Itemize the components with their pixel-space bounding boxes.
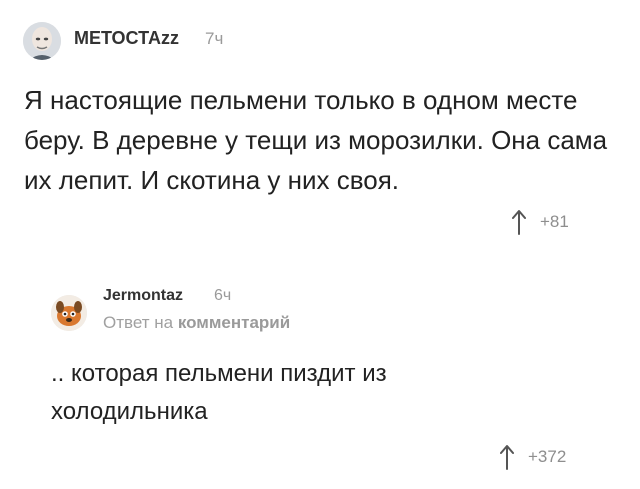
comment-time: 6ч: [214, 287, 232, 304]
comment-text: Я настоящие пельмени только в одном мест…: [24, 85, 608, 195]
user-avatar[interactable]: [23, 22, 61, 60]
upvote-arrow-icon[interactable]: [512, 209, 526, 235]
rating-value: +81: [540, 212, 569, 231]
bald-man-avatar-icon: [23, 22, 61, 60]
reply-to-line: Ответ на комментарий: [103, 313, 290, 333]
upvote-arrow-icon[interactable]: [500, 444, 514, 470]
username[interactable]: Jermontaz: [103, 287, 183, 305]
reply-comment: Jermontaz 6ч Ответ на комментарий .. кот…: [0, 250, 640, 489]
cartoon-dog-avatar-icon: [51, 295, 87, 331]
rating-value: +372: [528, 447, 567, 466]
comment: МЕТОСТАzz 7ч Я настоящие пельмени только…: [0, 0, 640, 250]
username[interactable]: МЕТОСТАzz: [74, 28, 179, 49]
comment-time: 7ч: [205, 29, 224, 48]
reply-prefix: Ответ на: [103, 313, 174, 332]
comment-rating: +81: [512, 209, 569, 235]
comment-rating: +372: [500, 444, 566, 470]
reply-target-link[interactable]: комментарий: [178, 313, 290, 332]
comment-text: .. которая пельмени пиздит из холодильни…: [51, 360, 387, 425]
user-avatar[interactable]: [51, 295, 87, 331]
